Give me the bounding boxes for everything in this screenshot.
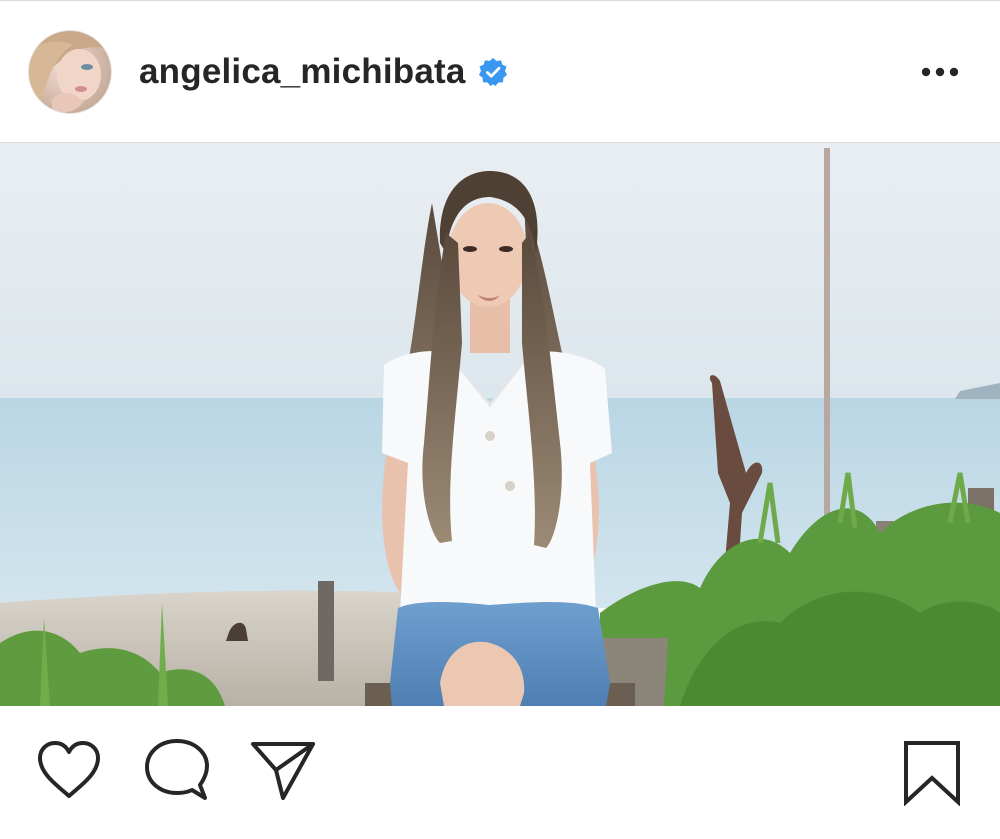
- comment-icon[interactable]: [144, 738, 210, 809]
- heart-icon[interactable]: [36, 740, 102, 805]
- post-header: angelica_michibata: [0, 1, 1000, 143]
- action-bar: [0, 706, 1000, 839]
- profile-avatar[interactable]: [28, 29, 112, 114]
- verified-badge-icon: [478, 57, 508, 87]
- paper-plane-icon[interactable]: [250, 740, 316, 807]
- post-photo[interactable]: [0, 143, 1000, 706]
- username-label[interactable]: angelica_michibata: [139, 52, 466, 92]
- more-options-icon[interactable]: [916, 52, 964, 92]
- bookmark-icon[interactable]: [902, 740, 962, 811]
